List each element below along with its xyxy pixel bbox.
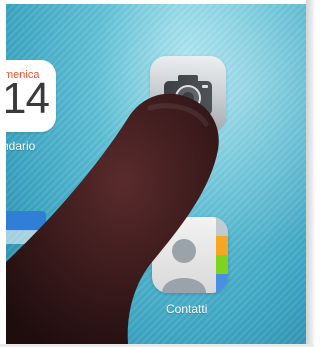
contacts-index-tabs — [216, 217, 228, 293]
contacts-tab-3 — [216, 274, 228, 293]
contacts-app-label: Contatti — [166, 302, 208, 316]
calendar-app-label: ndario — [6, 139, 36, 153]
contacts-icon — [162, 239, 206, 293]
contacts-tab-2 — [216, 255, 228, 274]
camera-app-icon[interactable] — [150, 56, 226, 132]
tablet-screen: menica 14 ndario Contatti — [6, 4, 306, 344]
contacts-app-icon[interactable] — [152, 217, 228, 293]
camera-icon — [164, 75, 212, 115]
calendar-date-number: 14 — [6, 74, 50, 123]
partial-app-background — [6, 230, 46, 244]
contacts-tab-0 — [216, 217, 228, 236]
calendar-day-name: menica — [6, 69, 40, 81]
device-bezel — [306, 0, 314, 347]
calendar-app-icon[interactable]: menica 14 — [6, 60, 56, 132]
contacts-tab-1 — [216, 236, 228, 255]
partial-blue-app-element — [6, 211, 46, 231]
